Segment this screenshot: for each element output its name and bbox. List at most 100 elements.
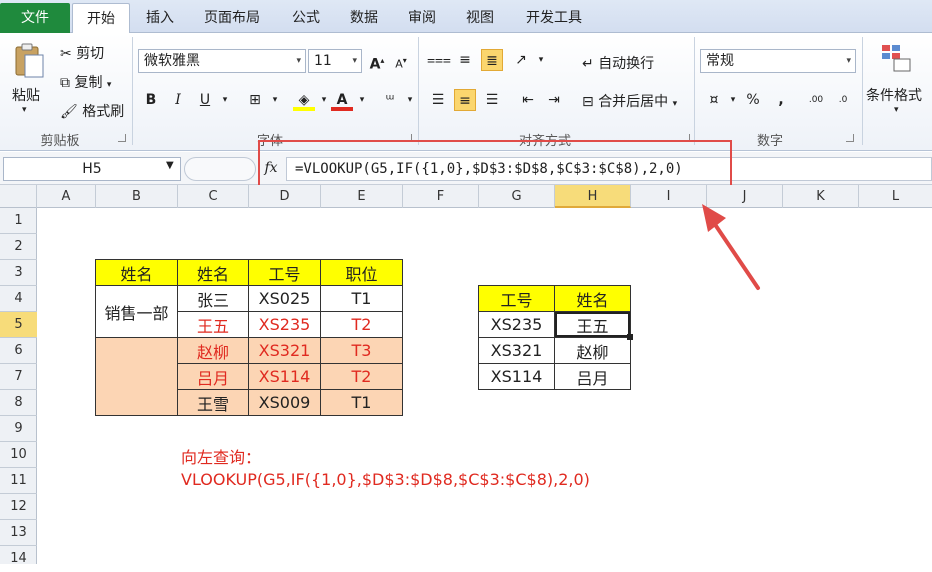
table-cell[interactable]: T1 (320, 285, 403, 312)
column-header-e[interactable]: E (321, 185, 403, 208)
table-cell[interactable]: T2 (320, 363, 403, 390)
align-middle-icon[interactable]: ≡ (454, 49, 476, 71)
paste-dropdown-icon[interactable]: ▾ (22, 105, 27, 115)
row-header[interactable]: 7 (0, 364, 37, 390)
borders-icon[interactable]: ⊞ (244, 89, 266, 111)
number-dialog-launcher-icon[interactable] (846, 134, 854, 142)
paste-icon[interactable] (12, 41, 46, 81)
align-left-icon[interactable]: ☰ (427, 89, 449, 111)
column-header-k[interactable]: K (783, 185, 859, 208)
table-cell[interactable]: XS025 (248, 285, 321, 312)
row-header[interactable]: 14 (0, 546, 37, 566)
tab-home[interactable]: 开始 (72, 3, 130, 33)
phonetic-icon[interactable]: ᵚ (379, 89, 401, 111)
row-header[interactable]: 11 (0, 468, 37, 494)
column-header-d[interactable]: D (249, 185, 321, 208)
table-cell[interactable]: XS321 (248, 337, 321, 364)
align-bottom-icon[interactable]: ≣ (481, 49, 503, 71)
orientation-dropdown-icon[interactable]: ▾ (530, 49, 552, 71)
table-cell[interactable]: 赵柳 (554, 337, 631, 364)
row-header[interactable]: 10 (0, 442, 37, 468)
dept-merged-cell[interactable]: 销售一部 (95, 285, 178, 338)
table-cell[interactable]: XS009 (248, 389, 321, 416)
column-header-f[interactable]: F (403, 185, 479, 208)
table-cell[interactable]: 王五 (177, 311, 249, 338)
tab-page-layout[interactable]: 页面布局 (192, 3, 272, 33)
table-cell[interactable]: 吕月 (177, 363, 249, 390)
table-cell[interactable]: XS235 (248, 311, 321, 338)
comma-icon[interactable]: , (770, 89, 792, 111)
name-box-dropdown-icon[interactable]: ▼ (166, 160, 174, 171)
format-painter-button[interactable]: 🖌 格式刷 (60, 101, 124, 121)
table-header-cell[interactable]: 姓名 (95, 259, 178, 286)
row-header[interactable]: 9 (0, 416, 37, 442)
row-header[interactable]: 5 (0, 312, 37, 338)
font-color-dropdown-icon[interactable]: ▾ (351, 89, 373, 111)
clipboard-dialog-launcher-icon[interactable] (118, 134, 126, 142)
column-header-b[interactable]: B (96, 185, 178, 208)
table-header-cell[interactable]: 工号 (248, 259, 321, 286)
select-all-corner[interactable] (0, 185, 37, 208)
table-cell[interactable]: XS321 (478, 337, 555, 364)
table-header-cell[interactable]: 姓名 (177, 259, 249, 286)
tab-insert[interactable]: 插入 (135, 3, 185, 33)
increase-decimal-icon[interactable]: .00 (805, 89, 827, 111)
column-header-a[interactable]: A (37, 185, 96, 208)
table-cell[interactable]: 王雪 (177, 389, 249, 416)
italic-icon[interactable]: I (167, 89, 189, 111)
table-cell[interactable]: XS114 (248, 363, 321, 390)
align-top-icon[interactable]: ⩶ (427, 49, 451, 71)
column-header-c[interactable]: C (178, 185, 249, 208)
table-cell[interactable]: 赵柳 (177, 337, 249, 364)
tab-file[interactable]: 文件 (0, 3, 70, 33)
table-cell[interactable]: XS114 (478, 363, 555, 390)
currency-dropdown-icon[interactable]: ▾ (722, 89, 744, 111)
tab-developer[interactable]: 开发工具 (512, 3, 596, 33)
number-format-combo[interactable]: 常规 ▾ (700, 49, 856, 73)
row-header[interactable]: 8 (0, 390, 37, 416)
row-header[interactable]: 6 (0, 338, 37, 364)
table-cell[interactable]: 吕月 (554, 363, 631, 390)
font-name-combo[interactable]: 微软雅黑 ▾ (138, 49, 306, 73)
align-center-icon[interactable]: ≡ (454, 89, 476, 111)
table-cell[interactable]: 张三 (177, 285, 249, 312)
underline-dropdown-icon[interactable]: ▾ (214, 89, 236, 111)
copy-button[interactable]: ⧉ 复制 ▾ (60, 72, 111, 92)
font-size-combo[interactable]: 11 ▾ (308, 49, 362, 73)
cut-button[interactable]: ✂ 剪切 (60, 43, 104, 63)
row-header[interactable]: 1 (0, 208, 37, 234)
formula-bar-splitter[interactable] (184, 157, 256, 181)
wrap-text-button[interactable]: ↵ 自动换行 (582, 53, 654, 73)
fill-color-icon[interactable]: ◈ (293, 89, 315, 111)
tab-data[interactable]: 数据 (338, 3, 390, 33)
percent-icon[interactable]: % (742, 89, 764, 111)
column-header-h[interactable]: H (555, 185, 631, 208)
dept-empty-merged-cell[interactable] (95, 337, 178, 416)
tab-view[interactable]: 视图 (454, 3, 506, 33)
row-header[interactable]: 3 (0, 260, 37, 286)
name-box[interactable]: H5 (3, 157, 181, 181)
table-cell[interactable]: T3 (320, 337, 403, 364)
conditional-format-dropdown-icon[interactable]: ▾ (894, 105, 899, 115)
column-header-l[interactable]: L (859, 185, 932, 208)
table-header-cell[interactable]: 姓名 (554, 285, 631, 312)
shrink-font-icon[interactable]: A▾ (390, 50, 412, 72)
row-header[interactable]: 13 (0, 520, 37, 546)
fill-handle[interactable] (627, 334, 633, 340)
row-header[interactable]: 4 (0, 286, 37, 312)
underline-icon[interactable]: U (194, 89, 216, 111)
paste-button[interactable]: 粘贴 (12, 85, 40, 105)
decrease-decimal-icon[interactable]: .0 (832, 89, 854, 111)
column-header-g[interactable]: G (479, 185, 555, 208)
table-header-cell[interactable]: 职位 (320, 259, 403, 286)
decrease-indent-icon[interactable]: ⇤ (517, 89, 539, 111)
tab-formulas[interactable]: 公式 (280, 3, 332, 33)
grow-font-icon[interactable]: A▴ (366, 50, 388, 73)
merge-center-button[interactable]: ⊟ 合并后居中 ▾ (582, 91, 677, 111)
orientation-icon[interactable]: ↗ (510, 49, 532, 71)
font-color-icon[interactable]: A (331, 89, 353, 111)
table-cell[interactable]: T2 (320, 311, 403, 338)
row-header[interactable]: 12 (0, 494, 37, 520)
table-cell[interactable]: XS235 (478, 311, 555, 338)
row-header[interactable]: 2 (0, 234, 37, 260)
